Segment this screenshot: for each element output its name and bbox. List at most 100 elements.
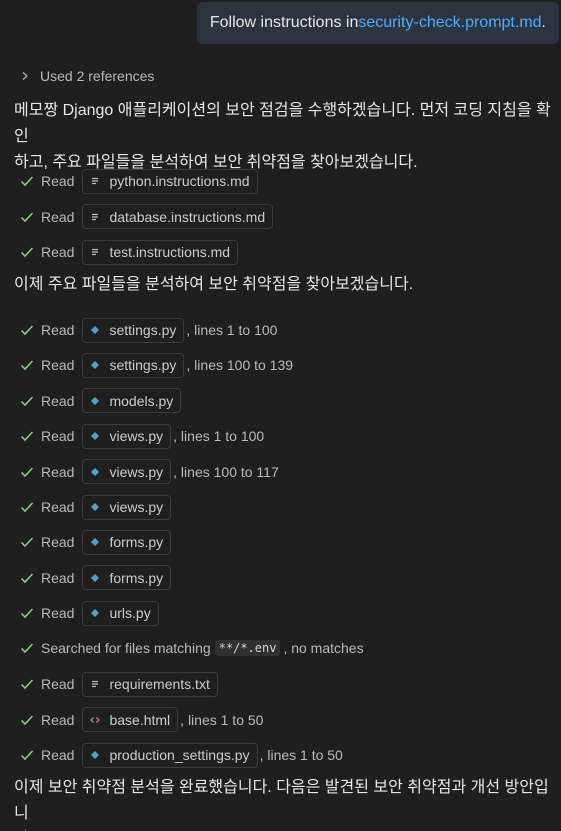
file-name: models.py — [109, 392, 174, 409]
check-icon — [20, 247, 34, 258]
outro-paragraph: 이제 보안 취약점 분석을 완료했습니다. 다음은 발견된 보안 취약점과 개선… — [14, 775, 551, 831]
read-step: Read views.py , lines 1 to 100 — [20, 423, 264, 449]
read-step: Read views.py , lines 100 to 117 — [20, 459, 279, 485]
read-step: Read urls.py — [20, 600, 161, 626]
python-icon — [89, 466, 101, 478]
step-verb: Read — [41, 208, 75, 225]
file-name: production_settings.py — [109, 747, 250, 763]
step-verb: Read — [41, 711, 75, 728]
file-chip[interactable]: settings.py — [82, 352, 185, 378]
file-chip[interactable]: test.instructions.md — [82, 239, 239, 265]
step-suffix: , lines 1 to 100 — [186, 322, 278, 338]
check-icon — [20, 467, 34, 477]
step-verb: Read — [41, 605, 75, 622]
step-verb: Read — [41, 244, 75, 260]
file-name: settings.py — [109, 322, 177, 338]
step-verb: Read — [41, 322, 75, 338]
check-icon — [20, 211, 34, 222]
file-name: forms.py — [109, 534, 164, 551]
file-name: forms.py — [109, 569, 164, 586]
step-suffix: , lines 100 to 117 — [173, 463, 279, 480]
file-chip[interactable]: views.py — [82, 494, 172, 520]
file-chip[interactable]: forms.py — [82, 565, 172, 591]
check-icon — [20, 573, 34, 583]
user-message-bubble: Follow instructions in security-check.pr… — [196, 2, 559, 44]
step-verb: Read — [41, 463, 75, 480]
file-name: python.instructions.md — [109, 173, 250, 189]
step-suffix: , lines 100 to 139 — [186, 357, 294, 374]
check-icon — [20, 431, 34, 442]
search-step-prefix: Searched for files matching — [41, 640, 211, 656]
file-chip[interactable]: base.html — [82, 707, 179, 732]
check-icon — [20, 679, 34, 690]
read-step: Read database.instructions.md — [20, 204, 275, 230]
step-verb: Read — [41, 173, 75, 189]
file-chip[interactable]: views.py — [82, 423, 172, 449]
read-step: Read models.py — [20, 388, 183, 414]
step-suffix: , lines 1 to 50 — [259, 747, 343, 763]
outro-line-2: 다. — [14, 827, 551, 831]
step-verb: Read — [41, 428, 75, 445]
file-name: requirements.txt — [109, 676, 210, 692]
step-verb: Read — [41, 676, 75, 692]
search-step-suffix: , no matches — [283, 640, 364, 656]
used-references-toggle[interactable]: Used 2 references — [20, 68, 154, 84]
intro-paragraph: 메모짱 Django 애플리케이션의 보안 점검을 수행하겠습니다. 먼저 코딩… — [14, 98, 551, 176]
file-chip[interactable]: production_settings.py — [82, 742, 258, 768]
file-chip[interactable]: models.py — [82, 388, 182, 414]
step-verb: Read — [41, 357, 75, 374]
chevron-right-icon — [22, 72, 28, 80]
file-name: settings.py — [109, 357, 177, 374]
file-name: views.py — [109, 499, 164, 515]
outro-line-1: 이제 보안 취약점 분석을 완료했습니다. 다음은 발견된 보안 취약점과 개선… — [14, 779, 549, 822]
read-step: Read test.instructions.md — [20, 239, 240, 265]
python-icon — [89, 430, 101, 442]
search-step: Searched for files matching **/*.env , n… — [20, 635, 364, 661]
read-step: Read python.instructions.md — [20, 168, 260, 194]
step-verb: Read — [41, 534, 75, 551]
file-chip[interactable]: requirements.txt — [82, 671, 218, 697]
step-verb: Read — [41, 747, 75, 763]
user-message-prefix: Follow instructions in — [209, 14, 359, 31]
check-icon — [20, 643, 34, 654]
step-verb: Read — [41, 499, 75, 515]
read-step: Read settings.py , lines 1 to 100 — [20, 317, 277, 343]
python-icon — [89, 324, 101, 336]
read-step: Read requirements.txt — [20, 671, 220, 697]
read-step: Read base.html , lines 1 to 50 — [20, 707, 263, 733]
check-icon — [20, 502, 34, 513]
file-name: database.instructions.md — [109, 208, 266, 225]
file-chip[interactable]: forms.py — [82, 529, 172, 555]
file-chip[interactable]: views.py — [82, 459, 172, 485]
html-icon — [89, 714, 101, 726]
mid-text: 이제 주요 파일들을 분석하여 보안 취약점을 찾아보겠습니다. — [14, 276, 414, 293]
read-step: Read views.py — [20, 494, 173, 520]
check-icon — [20, 608, 34, 619]
file-chip[interactable]: urls.py — [82, 600, 159, 626]
file-chip[interactable]: python.instructions.md — [82, 168, 258, 194]
search-pattern: **/*.env — [214, 640, 281, 656]
file-chip[interactable]: database.instructions.md — [82, 204, 274, 229]
python-icon — [89, 572, 101, 584]
step-verb: Read — [41, 569, 75, 586]
check-icon — [20, 396, 34, 406]
file-chip[interactable]: settings.py — [82, 317, 185, 343]
file-lines-icon — [89, 246, 101, 258]
check-icon — [20, 360, 34, 371]
python-icon — [89, 359, 101, 371]
read-step: Read production_settings.py , lines 1 to 5… — [20, 742, 343, 768]
used-references-label: Used 2 references — [40, 68, 155, 84]
python-icon — [89, 395, 101, 407]
intro-line-1: 메모짱 Django 애플리케이션의 보안 점검을 수행하겠습니다. 먼저 코딩… — [14, 102, 551, 145]
prompt-file-link[interactable]: security-check.prompt.md — [358, 14, 541, 32]
python-icon — [89, 501, 101, 513]
file-name: views.py — [109, 428, 164, 445]
check-icon — [20, 325, 34, 336]
file-lines-icon — [89, 211, 101, 223]
read-step: Read forms.py — [20, 529, 173, 555]
read-step: Read forms.py — [20, 565, 173, 591]
file-lines-icon — [89, 678, 101, 690]
check-icon — [20, 714, 34, 725]
python-icon — [89, 607, 101, 619]
python-icon — [89, 536, 101, 548]
